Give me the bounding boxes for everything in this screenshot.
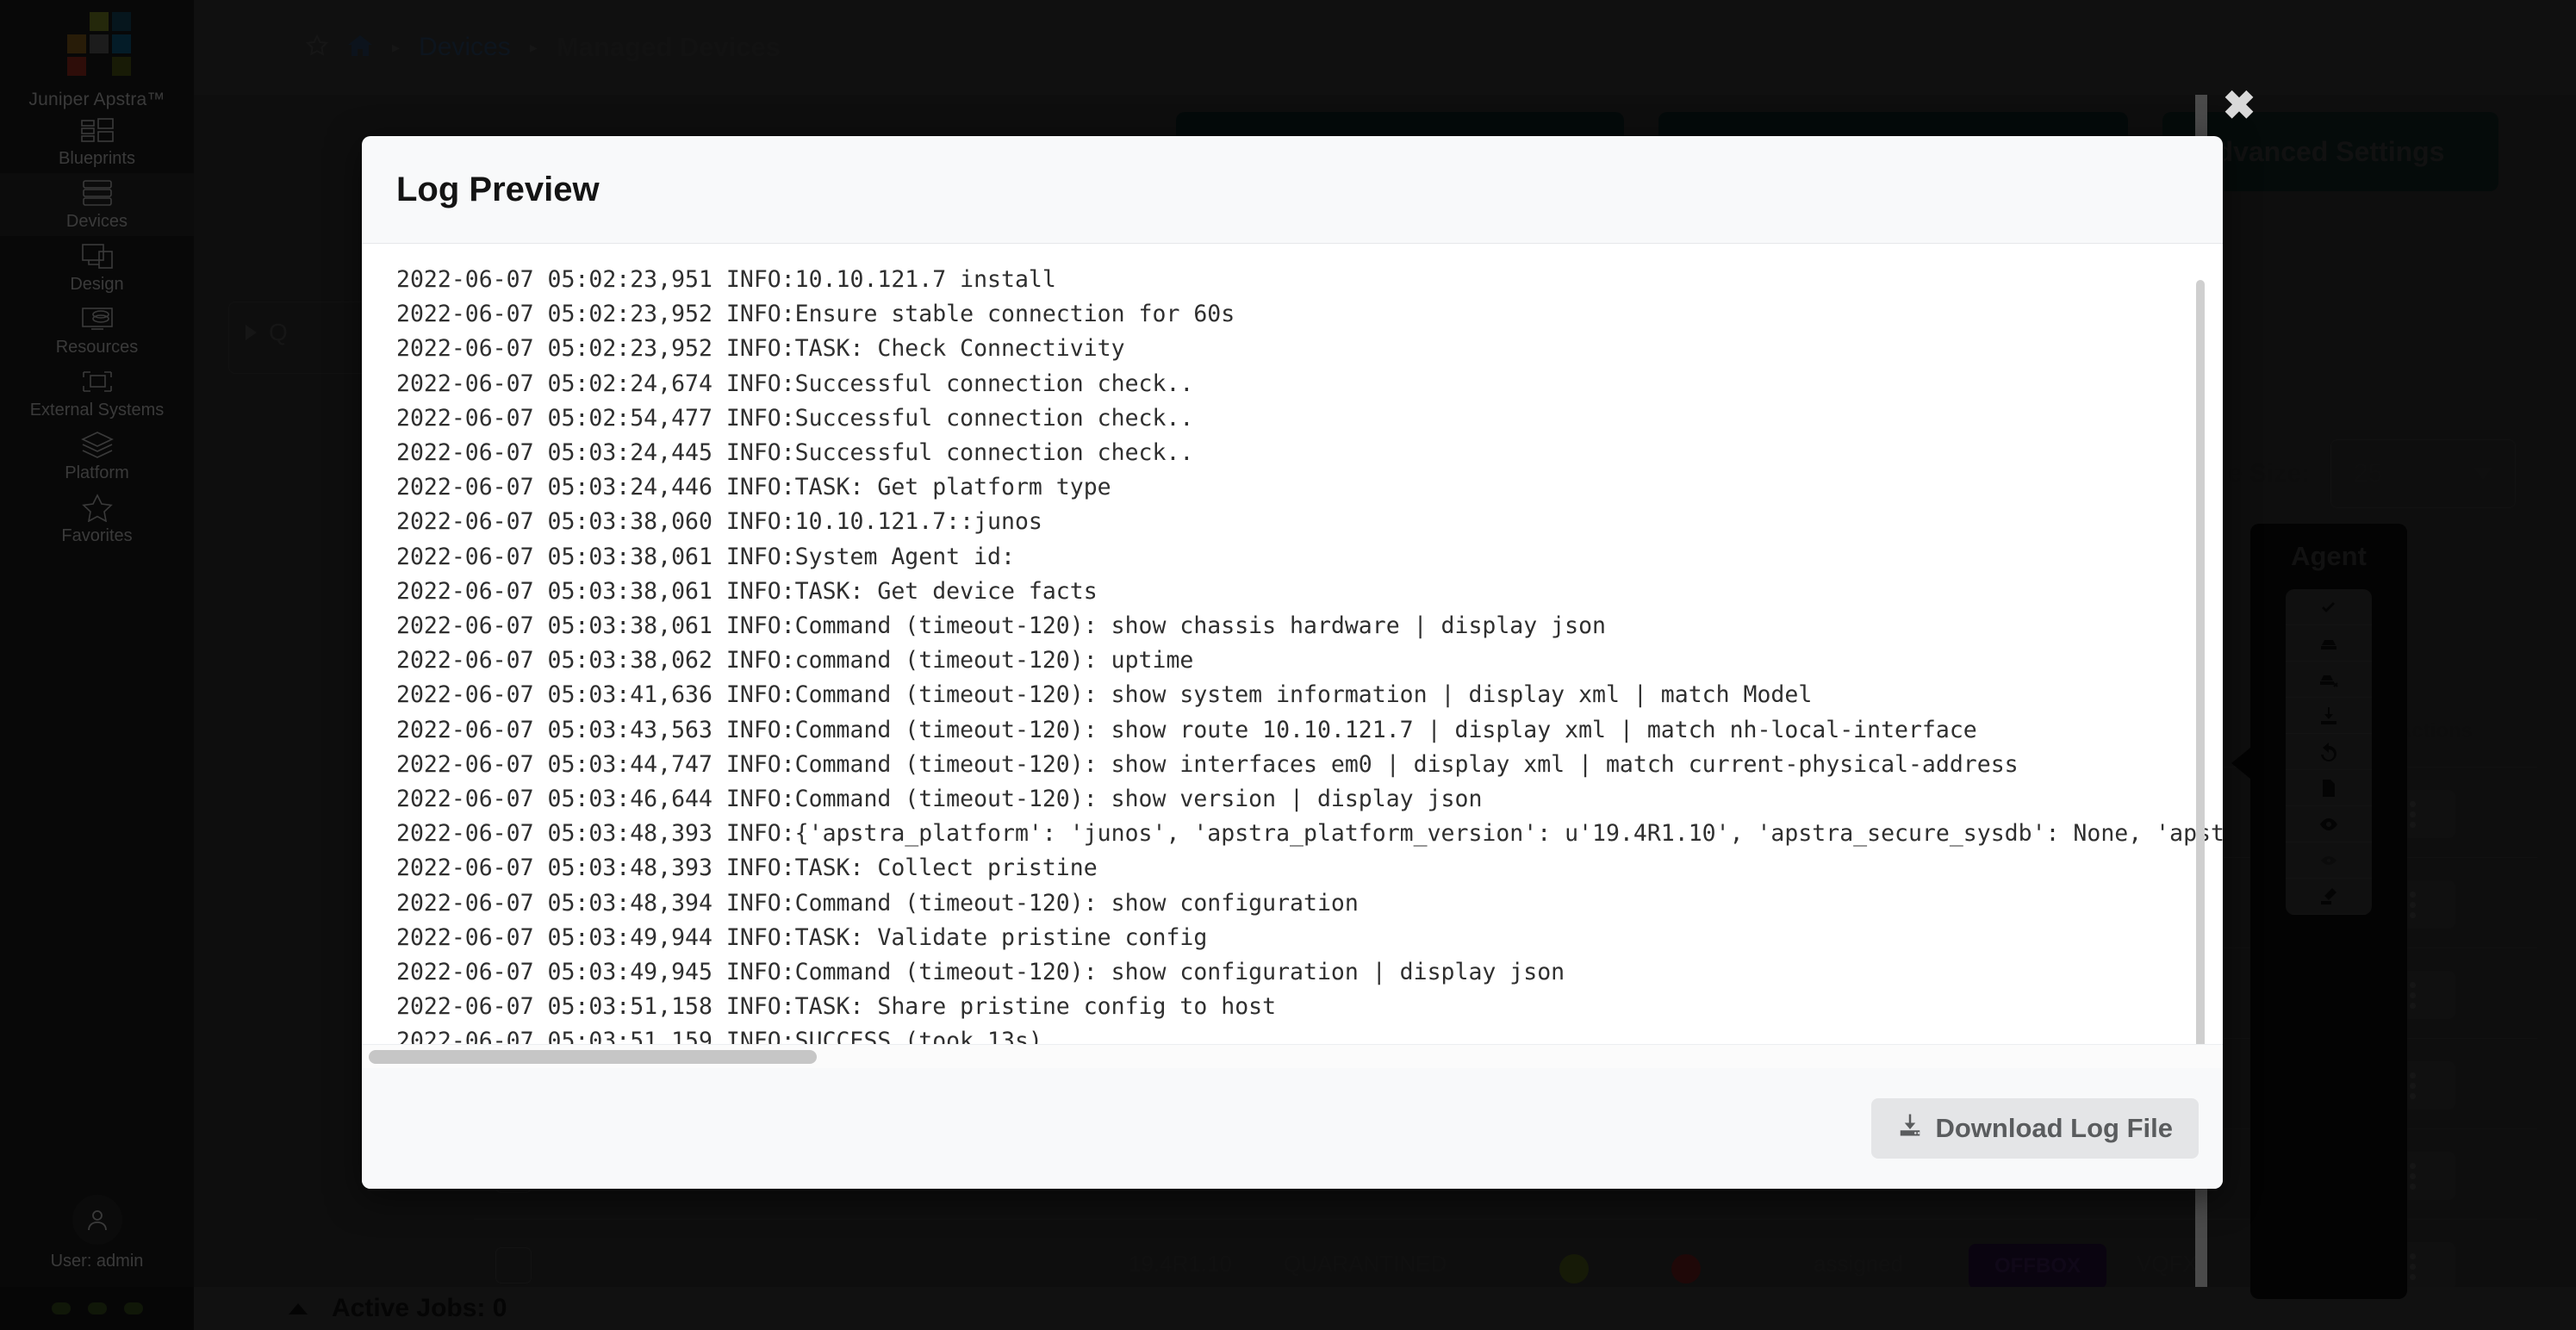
close-icon[interactable]: ✖ <box>2218 85 2260 127</box>
log-line: 2022-06-07 05:02:23,952 INFO:Ensure stab… <box>396 301 1235 328</box>
log-line: 2022-06-07 05:03:41,636 INFO:Command (ti… <box>396 681 1813 709</box>
app-window: Juniper Apstra™ Blueprints Devices Desig… <box>0 0 2576 1330</box>
log-line: 2022-06-07 05:03:38,060 INFO:10.10.121.7… <box>396 508 1042 536</box>
log-horizontal-scrollbar-track[interactable] <box>362 1044 2223 1068</box>
log-line: 2022-06-07 05:03:38,061 INFO:System Agen… <box>396 543 1015 570</box>
log-line: 2022-06-07 05:02:23,951 INFO:10.10.121.7… <box>396 266 1056 293</box>
log-line: 2022-06-07 05:03:43,563 INFO:Command (ti… <box>396 716 1977 743</box>
log-text-area[interactable]: 2022-06-07 05:02:23,951 INFO:10.10.121.7… <box>362 244 2223 1044</box>
dialog-footer: Download Log File <box>362 1068 2223 1189</box>
log-line: 2022-06-07 05:03:44,747 INFO:Command (ti… <box>396 750 2019 778</box>
log-horizontal-scrollbar-thumb[interactable] <box>369 1050 817 1064</box>
log-preview-dialog: Log Preview 2022-06-07 05:02:23,951 INFO… <box>362 136 2223 1189</box>
log-line: 2022-06-07 05:03:49,944 INFO:TASK: Valid… <box>396 923 1208 951</box>
download-log-file-label: Download Log File <box>1935 1113 2173 1143</box>
dialog-header: Log Preview <box>362 136 2223 244</box>
download-log-file-button[interactable]: Download Log File <box>1871 1098 2199 1159</box>
log-line: 2022-06-07 05:03:48,393 INFO:{'apstra_pl… <box>396 820 2223 848</box>
log-line: 2022-06-07 05:03:48,394 INFO:Command (ti… <box>396 889 1359 917</box>
log-line: 2022-06-07 05:03:46,644 INFO:Command (ti… <box>396 786 1483 813</box>
log-line: 2022-06-07 05:02:54,477 INFO:Successful … <box>396 404 1194 432</box>
log-line: 2022-06-07 05:02:24,674 INFO:Successful … <box>396 370 1194 397</box>
log-viewer: 2022-06-07 05:02:23,951 INFO:10.10.121.7… <box>362 244 2223 1068</box>
log-line: 2022-06-07 05:03:38,061 INFO:TASK: Get d… <box>396 577 1098 605</box>
log-line: 2022-06-07 05:03:48,393 INFO:TASK: Colle… <box>396 855 1098 882</box>
log-line: 2022-06-07 05:03:38,061 INFO:Command (ti… <box>396 612 1606 640</box>
download-icon <box>1897 1112 1923 1145</box>
log-vertical-scrollbar-thumb[interactable] <box>2196 280 2205 1055</box>
log-line: 2022-06-07 05:02:23,952 INFO:TASK: Check… <box>396 335 1125 363</box>
log-line: 2022-06-07 05:03:24,446 INFO:TASK: Get p… <box>396 474 1111 501</box>
log-line: 2022-06-07 05:03:49,945 INFO:Command (ti… <box>396 959 1565 986</box>
log-line: 2022-06-07 05:03:51,159 INFO:SUCCESS (to… <box>396 1028 1042 1044</box>
log-vertical-scrollbar-track[interactable] <box>2196 244 2216 1055</box>
log-line: 2022-06-07 05:03:51,158 INFO:TASK: Share… <box>396 993 1277 1021</box>
log-line: 2022-06-07 05:03:24,445 INFO:Successful … <box>396 439 1194 467</box>
log-line: 2022-06-07 05:03:38,062 INFO:command (ti… <box>396 647 1194 674</box>
dialog-title: Log Preview <box>396 170 600 208</box>
